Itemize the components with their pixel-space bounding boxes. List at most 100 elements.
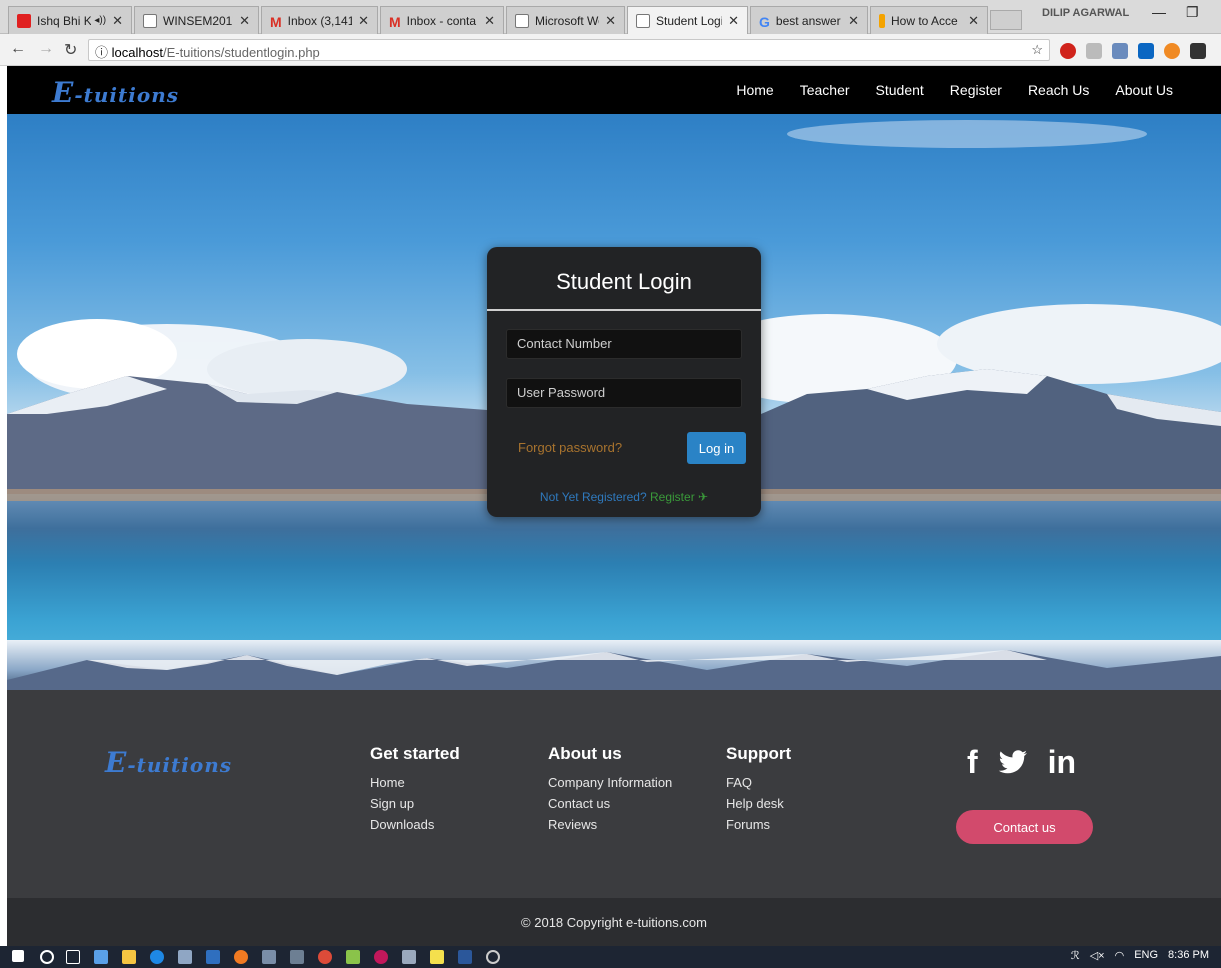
app-icon[interactable] — [374, 950, 388, 964]
footer-link[interactable]: Reviews — [548, 814, 672, 835]
chrome-icon[interactable] — [318, 950, 332, 964]
login-button[interactable]: Log in — [687, 432, 746, 464]
stack-icon — [879, 13, 885, 28]
extension-icon[interactable] — [1086, 43, 1102, 59]
footer-link[interactable]: Company Information — [548, 772, 672, 793]
clock[interactable]: 8:36 PM — [1168, 949, 1209, 962]
app-icon[interactable] — [290, 950, 304, 964]
extension-icon[interactable] — [1112, 43, 1128, 59]
word-icon[interactable] — [458, 950, 472, 964]
close-tab-icon[interactable]: ✕ — [605, 13, 616, 29]
nav-about-us[interactable]: About Us — [1115, 82, 1173, 98]
selenium-icon[interactable] — [1190, 43, 1206, 59]
page-icon — [515, 13, 529, 28]
footer-link[interactable]: Downloads — [370, 814, 460, 835]
language-indicator[interactable]: ENG — [1134, 949, 1158, 962]
forgot-password-link[interactable]: Forgot password? — [518, 440, 622, 455]
browser-tab[interactable]: How to Acce ✕ — [870, 6, 988, 34]
gmail-icon: M — [389, 13, 401, 30]
footer-link[interactable]: Home — [370, 772, 460, 793]
app-icon[interactable] — [206, 950, 220, 964]
footer-column-support: Support FAQ Help desk Forums — [726, 744, 791, 835]
footer-link[interactable]: Help desk — [726, 793, 791, 814]
contact-us-button[interactable]: Contact us — [956, 810, 1093, 844]
restore-icon[interactable]: ❐ — [1186, 4, 1199, 21]
new-tab-button[interactable] — [990, 10, 1022, 30]
close-tab-icon[interactable]: ✕ — [112, 13, 123, 29]
bookmark-star-icon[interactable]: ☆ — [1031, 42, 1043, 58]
extension-icon[interactable] — [1164, 43, 1180, 59]
reload-icon[interactable]: ↻ — [64, 40, 77, 60]
edge-icon[interactable] — [150, 950, 164, 964]
close-tab-icon[interactable]: ✕ — [968, 13, 979, 29]
register-link[interactable]: Register — [650, 490, 695, 504]
profile-name[interactable]: DILIP AGARWAL — [1042, 7, 1129, 19]
browser-tab[interactable]: Microsoft Wo ✕ — [506, 6, 625, 34]
opera-icon[interactable] — [1060, 43, 1076, 59]
nav-home[interactable]: Home — [736, 82, 773, 98]
footer-link[interactable]: Sign up — [370, 793, 460, 814]
browser-tab-active[interactable]: Student Logi ✕ — [627, 6, 748, 34]
login-card: Student Login Contact Number User Passwo… — [487, 247, 761, 517]
browser-tab[interactable]: M Inbox (3,141) ✕ — [261, 6, 378, 34]
app-icon[interactable] — [346, 950, 360, 964]
close-tab-icon[interactable]: ✕ — [848, 13, 859, 29]
footer-link[interactable]: Contact us — [548, 793, 672, 814]
dropbox-icon[interactable] — [94, 950, 108, 964]
arrow-icon: ✈ — [698, 490, 709, 504]
task-view-icon[interactable] — [66, 950, 80, 964]
browser-tab[interactable]: WINSEM2017 ✕ — [134, 6, 259, 34]
footer-logo[interactable]: E-tuitions — [105, 746, 232, 779]
copyright: © 2018 Copyright e-tuitions.com — [7, 898, 1221, 946]
browser-tab-strip: Ishq Bhi K ◂)) ✕ WINSEM2017 ✕ M Inbox (3… — [0, 0, 1221, 34]
gmail-icon: M — [270, 13, 282, 30]
nav-register[interactable]: Register — [950, 82, 1002, 98]
footer-column-get-started: Get started Home Sign up Downloads — [370, 744, 460, 835]
forward-icon[interactable]: → — [38, 40, 54, 58]
site-navbar: E-tuitions Home Teacher Student Register… — [7, 66, 1221, 114]
minimize-icon[interactable]: — — [1152, 4, 1166, 20]
site-logo[interactable]: E-tuitions — [52, 76, 179, 109]
browser-tab[interactable]: Ishq Bhi K ◂)) ✕ — [8, 6, 132, 34]
url-input[interactable]: ⓘ localhost/E-tuitions/studentlogin.php … — [88, 39, 1050, 61]
login-divider — [487, 309, 761, 311]
password-input[interactable]: User Password — [506, 378, 742, 408]
google-icon: G — [759, 13, 770, 30]
app-icon[interactable] — [262, 950, 276, 964]
info-icon[interactable]: ⓘ — [95, 45, 108, 60]
back-icon[interactable]: ← — [10, 40, 26, 58]
volume-muted-icon[interactable]: ◁× — [1090, 949, 1105, 962]
people-icon[interactable]: ℛ — [1071, 949, 1080, 962]
close-tab-icon[interactable]: ✕ — [728, 13, 739, 29]
nav-teacher[interactable]: Teacher — [800, 82, 850, 98]
system-tray: ℛ ◁× ◠ ENG 8:36 PM — [1071, 949, 1209, 962]
nav-student[interactable]: Student — [876, 82, 924, 98]
app-icon[interactable] — [402, 950, 416, 964]
contact-number-input[interactable]: Contact Number — [506, 329, 742, 359]
page-icon — [143, 13, 157, 28]
firefox-icon[interactable] — [234, 950, 248, 964]
twitter-icon[interactable] — [998, 749, 1028, 776]
linkedin-icon[interactable]: in — [1048, 744, 1076, 781]
footer-link[interactable]: Forums — [726, 814, 791, 835]
site-footer: E-tuitions Get started Home Sign up Down… — [7, 690, 1221, 898]
close-tab-icon[interactable]: ✕ — [239, 13, 250, 29]
footer-column-about-us: About us Company Information Contact us … — [548, 744, 672, 835]
browser-tab[interactable]: M Inbox - conta ✕ — [380, 6, 504, 34]
nav-reach-us[interactable]: Reach Us — [1028, 82, 1089, 98]
file-explorer-icon[interactable] — [122, 950, 136, 964]
close-tab-icon[interactable]: ✕ — [484, 13, 495, 29]
close-tab-icon[interactable]: ✕ — [358, 13, 369, 29]
notepad-icon[interactable] — [430, 950, 444, 964]
app-icon[interactable] — [178, 950, 192, 964]
footer-link[interactable]: FAQ — [726, 772, 791, 793]
mountain-strip — [7, 640, 1221, 690]
linkedin-icon[interactable] — [1138, 43, 1154, 59]
browser-tab[interactable]: G best answer c ✕ — [750, 6, 868, 34]
facebook-icon[interactable]: f — [967, 744, 978, 781]
windows-start-icon[interactable] — [12, 950, 24, 962]
register-prompt: Not Yet Registered? Register ✈ — [539, 490, 709, 504]
search-icon[interactable] — [40, 950, 54, 964]
settings-icon[interactable] — [486, 950, 500, 964]
wifi-icon[interactable]: ◠ — [1115, 949, 1125, 962]
